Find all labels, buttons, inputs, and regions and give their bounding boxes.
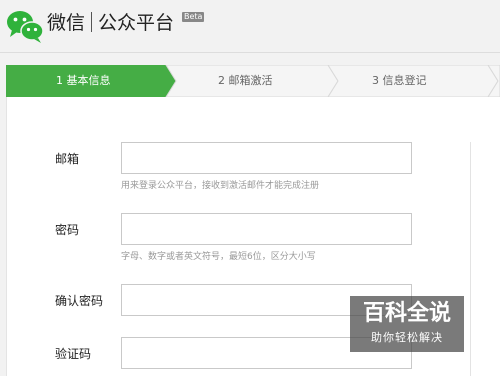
brand-title: 微信 公众平台	[47, 8, 174, 38]
header: 微信 公众平台 Beta	[0, 0, 500, 52]
step-basic-info: 1 基本信息	[56, 74, 111, 87]
password-label: 密码	[55, 223, 80, 237]
brand-name: 微信	[47, 12, 86, 34]
password-field[interactable]	[121, 213, 412, 245]
step-info-registration: 3 信息登记	[372, 74, 427, 87]
password-hint: 字母、数字或者英文符号，最短6位，区分大小写	[121, 252, 316, 262]
wechat-logo-icon	[7, 11, 44, 43]
confirm-password-label: 确认密码	[55, 294, 104, 308]
progress-steps: 1 基本信息 2 邮箱激活 3 信息登记	[6, 65, 500, 97]
captcha-label: 验证码	[55, 347, 92, 361]
beta-badge: Beta	[182, 12, 205, 22]
email-hint: 用来登录公众平台，接收到激活邮件才能完成注册	[121, 181, 320, 191]
step-email-activation: 2 邮箱激活	[218, 74, 273, 87]
panel-divider	[470, 142, 471, 376]
email-label: 邮箱	[55, 152, 80, 166]
watermark-title: 百科全说	[362, 301, 451, 326]
watermark: 百科全说 助你轻松解决	[350, 296, 464, 352]
header-divider	[0, 52, 500, 53]
brand-divider	[91, 12, 93, 32]
watermark-subtitle: 助你轻松解决	[371, 331, 443, 344]
brand-product: 公众平台	[98, 12, 175, 34]
email-field[interactable]	[121, 142, 412, 174]
